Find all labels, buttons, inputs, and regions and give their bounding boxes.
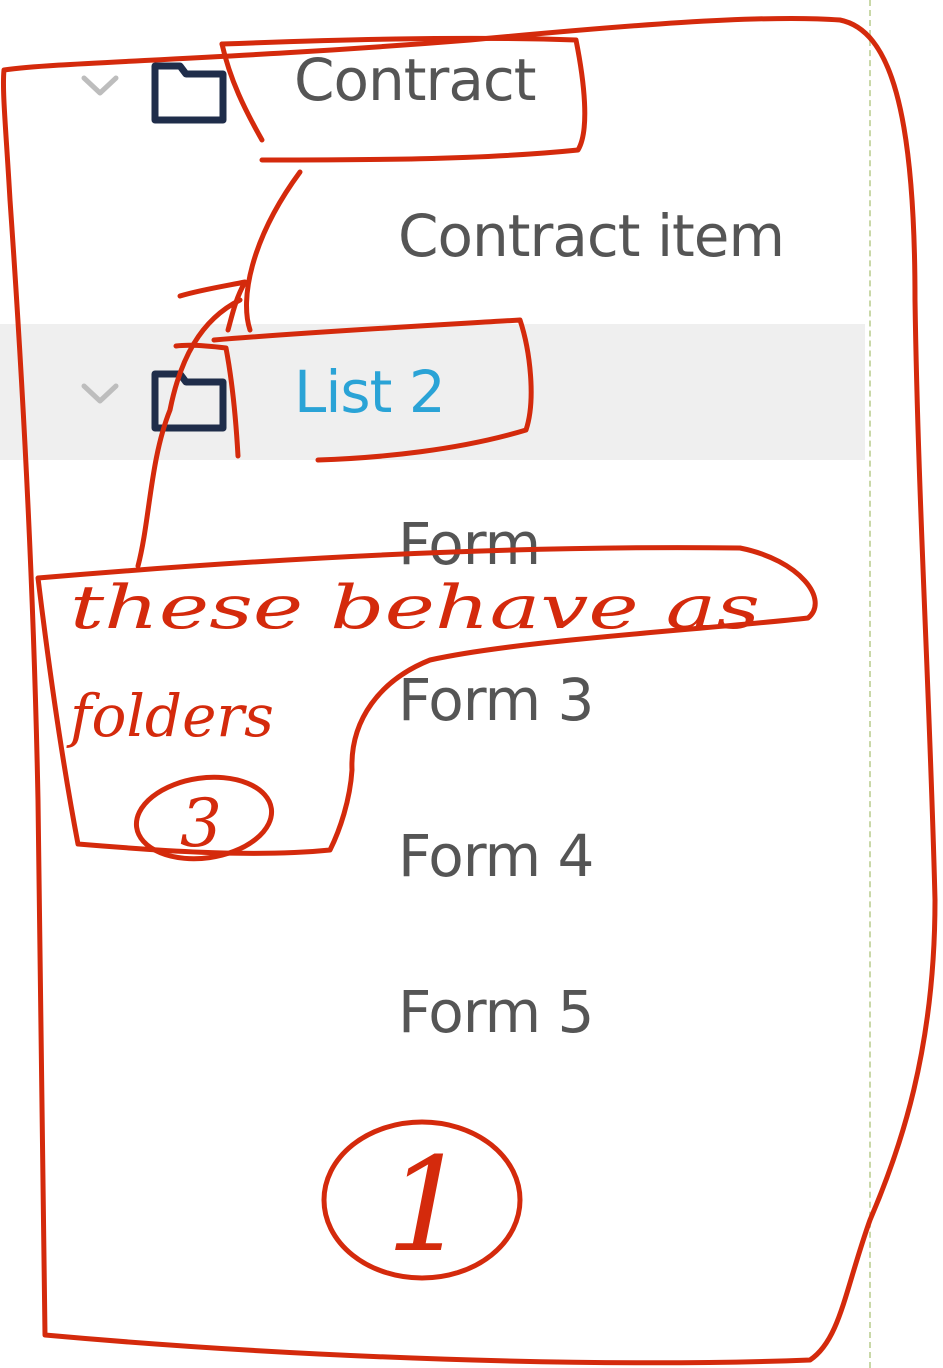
tree-label-form-3: Form 3: [398, 666, 594, 734]
panel-divider: [869, 0, 871, 1368]
chevron-down-icon[interactable]: [78, 72, 122, 100]
tree-label-form: Form: [398, 510, 541, 578]
tree-row-contract-item[interactable]: Contract item: [0, 172, 865, 308]
tree-row-form-4[interactable]: Form 4: [0, 792, 865, 928]
tree-label-form-4: Form 4: [398, 822, 594, 890]
chevron-down-icon[interactable]: [78, 380, 122, 408]
folder-icon: [151, 370, 227, 432]
tree-row-form-3[interactable]: Form 3: [0, 636, 865, 772]
tree-row-list-2[interactable]: List 2: [0, 324, 865, 460]
tree-label-form-5: Form 5: [398, 978, 594, 1046]
tree-row-form[interactable]: Form: [0, 480, 865, 616]
tree-label-list-2: List 2: [294, 358, 446, 426]
tree-row-form-5[interactable]: Form 5: [0, 948, 865, 1084]
folder-icon: [151, 62, 227, 124]
tree-label-contract: Contract: [294, 46, 537, 114]
tree-label-contract-item: Contract item: [398, 202, 785, 270]
tree-row-contract[interactable]: Contract: [0, 16, 865, 152]
tree-view: Contract Contract item List 2 Form Form …: [0, 0, 865, 1368]
